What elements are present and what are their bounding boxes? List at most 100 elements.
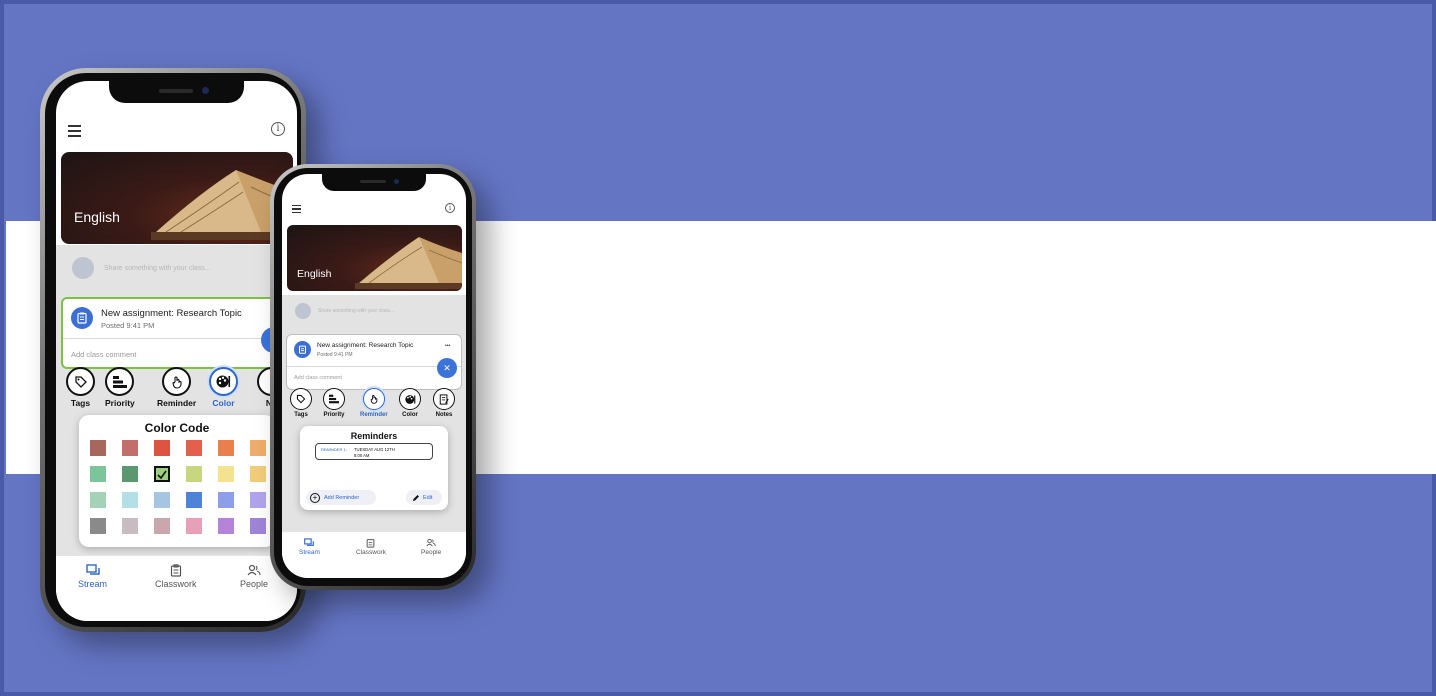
color-swatch[interactable]	[186, 466, 202, 482]
tool-label: Color	[212, 398, 235, 408]
notch	[322, 174, 426, 191]
color-swatch[interactable]	[186, 440, 202, 456]
priority-icon	[105, 367, 135, 396]
share-row[interactable]: Share something with your class...	[295, 303, 394, 319]
share-placeholder: Share something with your class...	[104, 264, 211, 272]
book-image	[355, 237, 462, 289]
bottom-nav: Stream Classwork People	[56, 555, 297, 621]
divider	[287, 366, 461, 367]
tool-priority[interactable]: Priority	[105, 367, 135, 408]
add-reminder-label: Add Reminder	[324, 494, 360, 501]
color-swatch[interactable]	[154, 492, 170, 508]
notch	[109, 81, 244, 103]
color-swatch[interactable]	[122, 466, 138, 482]
camera	[202, 87, 209, 94]
color-swatch[interactable]	[90, 466, 106, 482]
info-glyph: i	[448, 204, 452, 212]
color-swatch[interactable]	[218, 466, 234, 482]
pencil-icon	[413, 494, 419, 501]
nav-stream[interactable]: Stream	[78, 564, 107, 589]
nav-label: Classwork	[155, 579, 197, 589]
hamburger-icon[interactable]	[68, 125, 81, 140]
color-swatch[interactable]	[90, 440, 106, 456]
assignment-card[interactable]: New assignment: Research Topic Posted 9:…	[286, 334, 462, 390]
info-icon[interactable]: i	[445, 203, 455, 213]
post-title: New assignment: Research Topic	[317, 342, 414, 349]
nav-classwork[interactable]: Classwork	[356, 538, 386, 556]
comment-input[interactable]: Add class comment	[294, 375, 342, 381]
tool-reminder[interactable]: Reminder	[157, 367, 196, 408]
nav-people[interactable]: People	[421, 538, 441, 556]
hamburger-icon[interactable]	[292, 205, 301, 215]
classwork-icon	[367, 539, 375, 548]
tag-icon	[66, 367, 95, 396]
add-reminder-button[interactable]: + Add Reminder	[306, 490, 376, 505]
color-swatch[interactable]	[122, 440, 138, 456]
color-swatch[interactable]	[250, 492, 266, 508]
tool-notes[interactable]: Notes	[433, 388, 455, 418]
tool-label: Tags	[70, 398, 91, 408]
color-swatch[interactable]	[218, 440, 234, 456]
tool-color[interactable]: Color	[399, 388, 421, 418]
color-swatch[interactable]	[218, 518, 234, 534]
info-icon[interactable]: i	[271, 122, 285, 136]
nav-stream[interactable]: Stream	[299, 538, 320, 556]
close-icon[interactable]: ✕	[437, 358, 457, 378]
avatar	[295, 303, 311, 319]
color-swatch[interactable]	[122, 492, 138, 508]
nav-classwork[interactable]: Classwork	[155, 564, 197, 589]
tool-tags[interactable]: Tags	[66, 367, 95, 408]
color-swatch[interactable]	[186, 518, 202, 534]
add-circle-icon: +	[310, 492, 320, 503]
tool-reminder[interactable]: Reminder	[360, 388, 388, 418]
share-placeholder: Share something with your class...	[318, 308, 395, 314]
color-swatch[interactable]	[154, 466, 170, 482]
color-swatch[interactable]	[154, 518, 170, 534]
camera	[394, 179, 399, 184]
palette-icon	[399, 388, 421, 410]
nav-people[interactable]: People	[240, 564, 268, 589]
color-swatch[interactable]	[218, 492, 234, 508]
class-banner[interactable]: English	[61, 152, 293, 244]
comment-input[interactable]: Add class comment	[71, 350, 136, 359]
color-swatch[interactable]	[90, 492, 106, 508]
tool-label: Notes	[435, 412, 453, 418]
speaker	[159, 89, 193, 93]
edit-label: Edit	[423, 494, 433, 501]
nav-label: People	[421, 549, 442, 556]
reminder-hand-icon	[162, 367, 192, 396]
people-icon	[247, 564, 261, 576]
color-swatch[interactable]	[90, 518, 106, 534]
color-swatch[interactable]	[250, 518, 266, 534]
tool-priority[interactable]: Priority	[323, 388, 345, 418]
class-banner[interactable]: English	[287, 225, 462, 291]
assignment-icon	[71, 307, 93, 329]
color-swatch[interactable]	[250, 440, 266, 456]
more-icon[interactable]: •••	[445, 343, 450, 349]
post-title: New assignment: Research Topic	[101, 308, 242, 319]
palette-icon	[209, 367, 238, 396]
phone-small: i English Share something with your clas…	[270, 164, 476, 590]
info-glyph: i	[276, 123, 280, 134]
color-swatch[interactable]	[154, 440, 170, 456]
tag-icon	[290, 388, 312, 410]
phone-large: i English Share something with your clas…	[40, 68, 306, 632]
classwork-icon	[170, 564, 181, 577]
color-swatch[interactable]	[186, 492, 202, 508]
reminders-popup: Reminders REMINDER 1: TUESDAY AUG 12TH 8…	[300, 426, 448, 510]
tool-tags[interactable]: Tags	[290, 388, 312, 418]
tool-label: Priority	[105, 398, 135, 408]
stream-icon	[85, 564, 100, 575]
tool-label: Reminder	[360, 412, 388, 418]
speaker	[360, 180, 386, 183]
popup-title: Reminders	[350, 431, 398, 441]
color-swatch[interactable]	[250, 466, 266, 482]
reminder-time: 8:00 AM	[354, 453, 370, 458]
share-row[interactable]: Share something with your class...	[72, 257, 211, 279]
people-icon	[426, 538, 436, 547]
reminder-entry[interactable]: REMINDER 1: TUESDAY AUG 12TH 8:00 AM	[315, 443, 433, 460]
tool-color[interactable]: Color	[209, 367, 238, 408]
edit-button[interactable]: Edit	[406, 490, 442, 505]
color-swatch[interactable]	[122, 518, 138, 534]
checkmark-icon	[157, 470, 167, 480]
